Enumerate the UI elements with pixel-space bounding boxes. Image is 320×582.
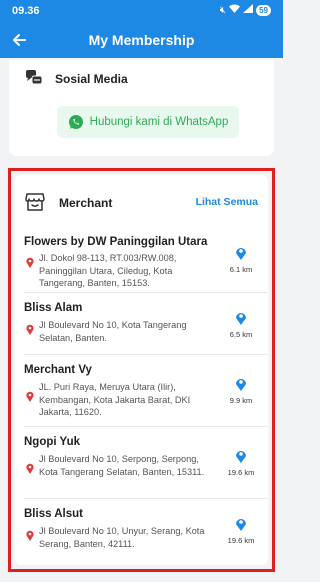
- location-pin-icon: [26, 463, 34, 474]
- merchant-header: Merchant Lihat Semua: [15, 175, 268, 227]
- merchant-distance: 6.5 km: [221, 311, 261, 339]
- wifi-icon: [229, 4, 241, 16]
- merchant-card: Merchant Lihat Semua Flowers by DW Panin…: [15, 175, 268, 565]
- battery-icon: 59: [256, 4, 271, 16]
- merchant-item[interactable]: Ngopi Yuk Jl Boulevard No 10, Serpong, S…: [24, 427, 267, 499]
- location-pin-icon: [26, 257, 34, 268]
- chat-bubbles-icon: [26, 70, 43, 85]
- merchant-name: Flowers by DW Paninggilan Utara: [24, 236, 208, 248]
- signal-icon: [243, 4, 254, 16]
- merchant-name: Ngopi Yuk: [24, 436, 81, 448]
- social-media-card: Sosial Media Hubungi kami di WhatsApp: [9, 60, 274, 156]
- distance-label: 19.6 km: [227, 468, 255, 477]
- merchant-item[interactable]: Bliss Alsut Jl Boulevard No 10, Unyur, S…: [24, 499, 267, 565]
- distance-label: 6.1 km: [229, 265, 253, 274]
- merchant-distance: 19.6 km: [221, 517, 261, 545]
- merchant-item[interactable]: Merchant Vy JL. Puri Raya, Meruya Utara …: [24, 355, 267, 427]
- distance-pin-icon: [236, 379, 246, 391]
- whatsapp-button[interactable]: Hubungi kami di WhatsApp: [57, 106, 239, 138]
- merchant-item[interactable]: Flowers by DW Paninggilan Utara Jl. Doko…: [24, 227, 267, 293]
- store-icon: [25, 193, 45, 211]
- status-bar: 09.36 🔇︎ 59: [0, 0, 283, 22]
- merchant-distance: 6.1 km: [221, 246, 261, 274]
- merchant-address: Jl Boulevard No 10, Unyur, Serang, Kota …: [39, 526, 205, 549]
- status-time: 09.36: [12, 5, 40, 17]
- merchant-distance: 9.9 km: [221, 377, 261, 405]
- location-pin-icon: [26, 391, 34, 402]
- merchant-address: Jl. Dokol 98-113, RT.003/RW.008, Paningg…: [39, 253, 177, 288]
- mute-icon: 🔇︎: [219, 4, 227, 16]
- merchant-name: Bliss Alam: [24, 302, 83, 314]
- distance-label: 9.9 km: [229, 396, 253, 405]
- merchant-highlight-frame: Merchant Lihat Semua Flowers by DW Panin…: [8, 168, 275, 572]
- social-media-title: Sosial Media: [55, 72, 128, 86]
- merchant-address: Jl Boulevard No 10, Serpong, Serpong, Ko…: [39, 454, 205, 477]
- whatsapp-button-label: Hubungi kami di WhatsApp: [89, 116, 229, 128]
- location-pin-icon: [26, 324, 34, 335]
- merchant-title: Merchant: [59, 196, 113, 210]
- merchant-address: JL. Puri Raya, Meruya Utara (Ilir), Kemb…: [39, 382, 191, 417]
- see-all-link[interactable]: Lihat Semua: [196, 196, 258, 208]
- page-title: My Membership: [88, 32, 195, 48]
- merchant-name: Bliss Alsut: [24, 508, 84, 520]
- distance-pin-icon: [236, 451, 246, 463]
- top-bar: My Membership: [0, 26, 283, 54]
- merchant-name: Merchant Vy: [24, 364, 92, 376]
- merchant-item[interactable]: Bliss Alam Jl Boulevard No 10, Kota Tang…: [24, 293, 267, 355]
- location-pin-icon: [26, 530, 34, 541]
- distance-label: 19.6 km: [227, 536, 255, 545]
- merchant-address: Jl Boulevard No 10, Kota Tangerang Selat…: [39, 320, 187, 343]
- distance-pin-icon: [236, 313, 246, 325]
- status-icons: 🔇︎ 59: [220, 4, 271, 16]
- app-bar: 09.36 🔇︎ 59 My Membership: [0, 0, 283, 58]
- distance-label: 6.5 km: [229, 330, 253, 339]
- distance-pin-icon: [236, 519, 246, 531]
- merchant-distance: 19.6 km: [221, 449, 261, 477]
- whatsapp-icon: [68, 115, 83, 129]
- distance-pin-icon: [236, 248, 246, 260]
